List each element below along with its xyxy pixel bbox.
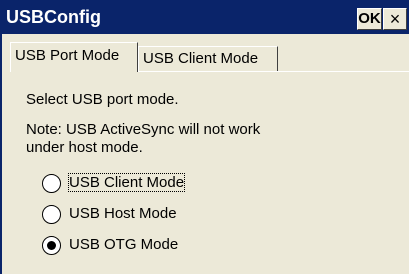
tab-usb-port-mode[interactable]: USB Port Mode xyxy=(10,42,138,72)
usbconfig-window: USBConfig OK × USB Port Mode USB Client … xyxy=(0,0,409,274)
instruction-text: Select USB port mode. xyxy=(26,91,179,108)
radio-label[interactable]: USB Host Mode xyxy=(69,205,177,222)
radio-button-selected[interactable] xyxy=(42,236,61,255)
radio-selected-dot xyxy=(47,241,56,250)
note-line-2: under host mode. xyxy=(26,139,143,156)
tab-usb-client-mode[interactable]: USB Client Mode xyxy=(138,46,278,72)
tab-panel-usb-port-mode: Select USB port mode. Note: USB ActiveSy… xyxy=(2,72,409,274)
note-text: Note: USB ActiveSync will not work under… xyxy=(26,121,326,157)
radio-button[interactable] xyxy=(42,174,61,193)
close-button[interactable]: × xyxy=(383,8,407,30)
radio-label[interactable]: USB Client Mode xyxy=(67,173,186,192)
radio-button[interactable] xyxy=(42,205,61,224)
tab-strip: USB Port Mode USB Client Mode xyxy=(2,34,409,72)
window-title: USBConfig xyxy=(6,7,101,27)
title-bar: USBConfig OK × xyxy=(2,0,409,34)
radio-label[interactable]: USB OTG Mode xyxy=(69,236,178,253)
ok-button[interactable]: OK xyxy=(357,8,382,30)
note-line-1: Note: USB ActiveSync will not work xyxy=(26,121,261,138)
